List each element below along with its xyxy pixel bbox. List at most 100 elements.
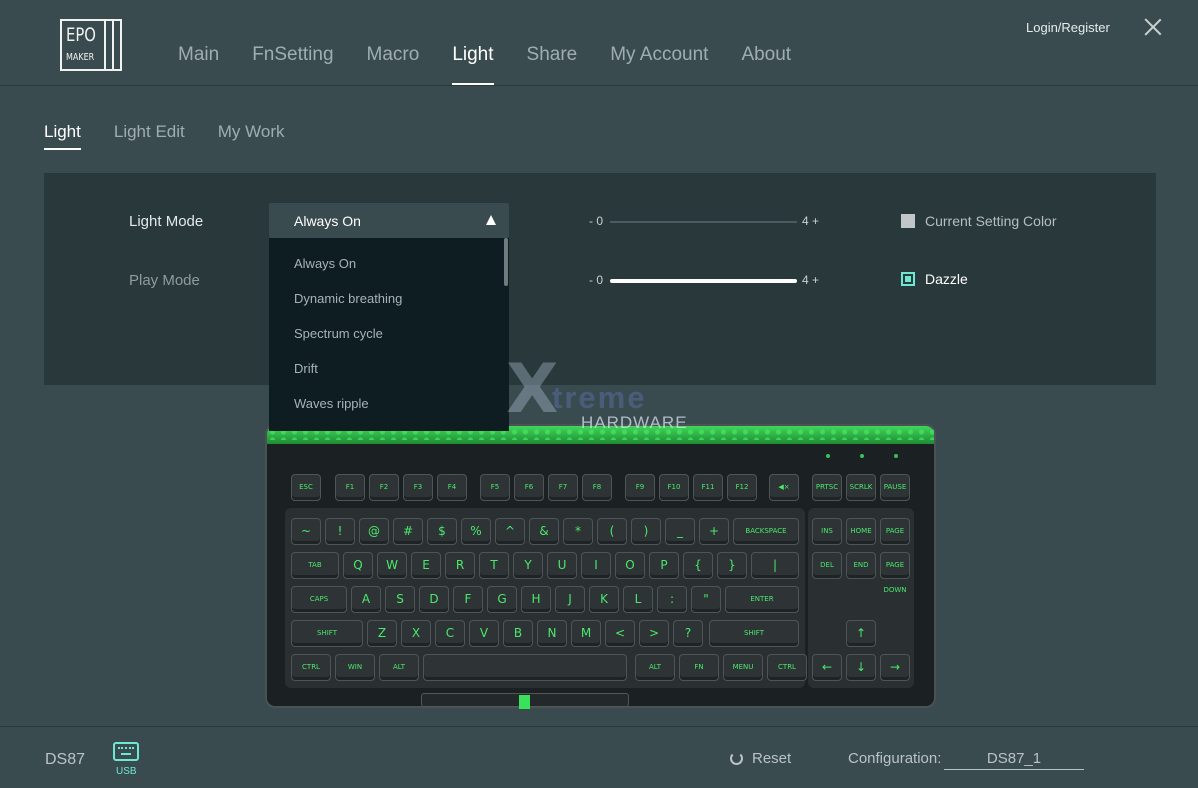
key-bottom-row[interactable]: CTRL	[767, 654, 807, 681]
speed-slider[interactable]: - 0 4 +	[589, 273, 824, 287]
spacebar[interactable]	[423, 654, 627, 681]
key-q-row[interactable]: E	[411, 552, 441, 579]
key-bottom-row[interactable]: ALT	[379, 654, 419, 681]
dropdown-scrollbar[interactable]	[504, 238, 508, 286]
key-f-row[interactable]: F12	[727, 474, 757, 501]
key-number-row[interactable]: ^	[495, 518, 525, 545]
key-q-row[interactable]: U	[547, 552, 577, 579]
key-a-row[interactable]: G	[487, 586, 517, 613]
dropdown-option-dynamic-breathing[interactable]: Dynamic breathing	[294, 291, 402, 306]
key-number-row[interactable]: HOME	[846, 518, 876, 545]
slider-track[interactable]	[610, 221, 797, 223]
key-z-row[interactable]: Z	[367, 620, 397, 647]
key-f-row[interactable]: F5	[480, 474, 510, 501]
subtab-light[interactable]: Light	[44, 122, 81, 152]
reset-icon[interactable]	[730, 752, 743, 765]
key-bottom-row[interactable]: ↓	[846, 654, 876, 681]
key-number-row[interactable]: ~	[291, 518, 321, 545]
dropdown-option-drift[interactable]: Drift	[294, 361, 318, 376]
key-z-row[interactable]: SHIFT	[709, 620, 799, 647]
key-z-row[interactable]: SHIFT	[291, 620, 363, 647]
key-q-row[interactable]: P	[649, 552, 679, 579]
key-number-row[interactable]: PAGE UP	[880, 518, 910, 560]
key-f-row[interactable]: F7	[548, 474, 578, 501]
key-a-row[interactable]: J	[555, 586, 585, 613]
key-f-row[interactable]: F11	[693, 474, 723, 501]
key-number-row[interactable]: INS	[812, 518, 842, 545]
configuration-value[interactable]: DS87_1	[944, 750, 1084, 770]
key-number-row[interactable]: %	[461, 518, 491, 545]
key-q-row[interactable]: PAGE DOWN	[880, 552, 910, 594]
key-f-row[interactable]: F9	[625, 474, 655, 501]
brightness-slider[interactable]: - 0 4 +	[589, 214, 824, 228]
key-z-row[interactable]: M	[571, 620, 601, 647]
key-number-row[interactable]: !	[325, 518, 355, 545]
nav-light[interactable]: Light	[452, 44, 494, 86]
key-a-row[interactable]: F	[453, 586, 483, 613]
key-f-row[interactable]: PAUSE	[880, 474, 910, 501]
key-f-row[interactable]: F6	[514, 474, 544, 501]
key-a-row[interactable]: "	[691, 586, 721, 613]
key-bottom-row[interactable]: ←	[812, 654, 842, 681]
nav-about[interactable]: About	[741, 44, 791, 86]
key-f-row[interactable]: F10	[659, 474, 689, 501]
key-number-row[interactable]: @	[359, 518, 389, 545]
key-q-row[interactable]: END	[846, 552, 876, 579]
key-z-row[interactable]: N	[537, 620, 567, 647]
key-f-row[interactable]: ◀×	[769, 474, 799, 501]
key-z-row[interactable]: X	[401, 620, 431, 647]
light-mode-select[interactable]: Always On	[269, 203, 509, 238]
key-bottom-row[interactable]: FN	[679, 654, 719, 681]
key-q-row[interactable]: }	[717, 552, 747, 579]
nav-my-account[interactable]: My Account	[610, 44, 708, 86]
key-q-row[interactable]: O	[615, 552, 645, 579]
key-a-row[interactable]: :	[657, 586, 687, 613]
key-q-row[interactable]: T	[479, 552, 509, 579]
key-q-row[interactable]: Y	[513, 552, 543, 579]
key-number-row[interactable]: #	[393, 518, 423, 545]
key-f-row[interactable]: SCRLK	[846, 474, 876, 501]
keyboard-usb-icon[interactable]	[113, 742, 139, 761]
nav-main[interactable]: Main	[178, 44, 219, 86]
key-number-row[interactable]: +	[699, 518, 729, 545]
key-z-row[interactable]: C	[435, 620, 465, 647]
key-z-row[interactable]: ↑	[846, 620, 876, 647]
key-q-row[interactable]: Q	[343, 552, 373, 579]
key-z-row[interactable]: B	[503, 620, 533, 647]
key-bottom-row[interactable]: →	[880, 654, 910, 681]
nav-share[interactable]: Share	[527, 44, 578, 86]
subtab-my-work[interactable]: My Work	[218, 122, 285, 152]
key-bottom-row[interactable]: CTRL	[291, 654, 331, 681]
key-z-row[interactable]: >	[639, 620, 669, 647]
key-q-row[interactable]: W	[377, 552, 407, 579]
key-z-row[interactable]: ?	[673, 620, 703, 647]
key-number-row[interactable]: *	[563, 518, 593, 545]
reset-button[interactable]: Reset	[752, 750, 791, 767]
key-f-row[interactable]: F8	[582, 474, 612, 501]
nav-macro[interactable]: Macro	[367, 44, 420, 86]
key-number-row[interactable]: BACKSPACE	[733, 518, 799, 545]
slider-track[interactable]	[610, 279, 797, 283]
key-q-row[interactable]: DEL	[812, 552, 842, 579]
key-bottom-row[interactable]: MENU	[723, 654, 763, 681]
key-number-row[interactable]: &	[529, 518, 559, 545]
key-a-row[interactable]: A	[351, 586, 381, 613]
key-f-row[interactable]: ESC	[291, 474, 321, 501]
close-icon[interactable]	[1143, 17, 1163, 37]
key-a-row[interactable]: ENTER	[725, 586, 799, 613]
key-f-row[interactable]: F1	[335, 474, 365, 501]
key-f-row[interactable]: F3	[403, 474, 433, 501]
key-q-row[interactable]: |	[751, 552, 799, 579]
key-a-row[interactable]: S	[385, 586, 415, 613]
key-q-row[interactable]: I	[581, 552, 611, 579]
key-q-row[interactable]: R	[445, 552, 475, 579]
key-q-row[interactable]: {	[683, 552, 713, 579]
key-f-row[interactable]: F4	[437, 474, 467, 501]
key-a-row[interactable]: K	[589, 586, 619, 613]
dazzle-checkbox[interactable]	[901, 272, 915, 286]
key-f-row[interactable]: F2	[369, 474, 399, 501]
key-a-row[interactable]: H	[521, 586, 551, 613]
key-q-row[interactable]: TAB	[291, 552, 339, 579]
key-number-row[interactable]: _	[665, 518, 695, 545]
key-bottom-row[interactable]: ALT	[635, 654, 675, 681]
